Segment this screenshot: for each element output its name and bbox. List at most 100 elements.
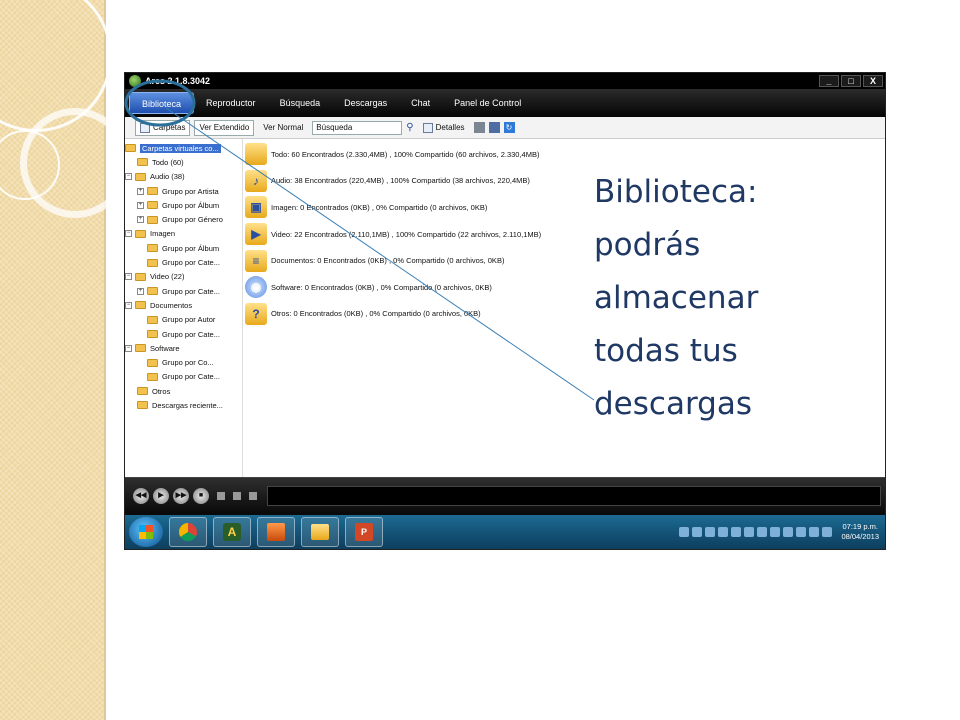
- tab-reproductor[interactable]: Reproductor: [194, 92, 268, 114]
- tab-panel-de-control[interactable]: Panel de Control: [442, 92, 533, 114]
- tree-item[interactable]: Grupo por Cate...: [125, 255, 242, 269]
- folder-icon: [147, 315, 158, 324]
- tree-item[interactable]: Grupo por Cate...: [125, 327, 242, 341]
- stop-icon[interactable]: ■: [193, 487, 209, 504]
- collapse-icon[interactable]: −: [125, 173, 132, 181]
- window-title: Ares 2.1.8.3042: [145, 76, 211, 86]
- folder-icon: [135, 301, 146, 310]
- minimize-button[interactable]: _: [819, 75, 839, 87]
- detalles-button[interactable]: Detalles: [418, 120, 470, 136]
- tree-item[interactable]: + Grupo por Cate...: [125, 284, 242, 298]
- tab-chat[interactable]: Chat: [399, 92, 442, 114]
- expand-icon[interactable]: +: [137, 201, 144, 209]
- list-item[interactable]: Todo: 60 Encontrados (2.330,4MB) , 100% …: [245, 141, 885, 168]
- tree-item[interactable]: Todo (60): [125, 155, 242, 169]
- tray-icon[interactable]: [692, 527, 703, 537]
- collapse-icon[interactable]: −: [125, 301, 132, 309]
- expand-icon[interactable]: +: [137, 287, 144, 295]
- tray-icon[interactable]: [770, 527, 781, 537]
- collapse-icon[interactable]: −: [125, 344, 132, 352]
- taskbar-media-player[interactable]: [257, 517, 295, 547]
- toolbar: Carpetas Ver Extendido Ver Normal Búsque…: [125, 117, 885, 139]
- carpetas-label: Carpetas: [153, 123, 186, 132]
- windows-taskbar: A P 07:19 p.m. 08/04/2013: [125, 515, 885, 549]
- other-folder-icon: ?: [245, 302, 267, 325]
- tree-item[interactable]: Carpetas virtuales co...: [125, 141, 242, 155]
- tab-biblioteca[interactable]: Biblioteca: [129, 92, 195, 114]
- tray-icon[interactable]: [705, 527, 716, 537]
- flag-icon[interactable]: [796, 527, 807, 537]
- start-button[interactable]: [129, 517, 163, 547]
- search-input[interactable]: Búsqueda: [312, 120, 403, 135]
- folder-icon: [135, 172, 146, 181]
- close-button[interactable]: X: [863, 75, 883, 87]
- media-player-icon: [267, 523, 285, 541]
- menu-bar: Biblioteca Reproductor Búsqueda Descarga…: [125, 89, 885, 117]
- tree-item[interactable]: Grupo por Álbum: [125, 241, 242, 255]
- tree-item[interactable]: − Software: [125, 341, 242, 355]
- tray-icon[interactable]: [744, 527, 755, 537]
- audio-folder-icon: ♪: [245, 169, 267, 192]
- tab-descargas[interactable]: Descargas: [332, 92, 399, 114]
- playlist-icon[interactable]: [217, 491, 225, 500]
- caption-line: Biblioteca:: [594, 174, 758, 210]
- tree-item[interactable]: Grupo por Autor: [125, 313, 242, 327]
- tab-busqueda[interactable]: Búsqueda: [268, 92, 333, 114]
- tray-icon[interactable]: [783, 527, 794, 537]
- refresh-icon[interactable]: ↻: [503, 122, 515, 133]
- signal-icon[interactable]: [809, 527, 820, 537]
- chrome-icon: [179, 523, 197, 541]
- next-icon[interactable]: ▶▶: [173, 487, 189, 504]
- expand-icon[interactable]: +: [137, 187, 144, 195]
- tree-item[interactable]: Otros: [125, 384, 242, 398]
- tree-item[interactable]: + Grupo por Álbum: [125, 198, 242, 212]
- collapse-icon[interactable]: −: [125, 230, 132, 238]
- folder-icon: [147, 287, 158, 296]
- tree-item[interactable]: + Grupo por Artista: [125, 184, 242, 198]
- tree-item[interactable]: Grupo por Co...: [125, 355, 242, 369]
- speaker-icon[interactable]: [822, 527, 833, 537]
- tray-icon[interactable]: [731, 527, 742, 537]
- collapse-icon[interactable]: −: [125, 273, 132, 281]
- clock-date: 08/04/2013: [841, 532, 879, 541]
- ares-logo-icon: [129, 75, 141, 87]
- title-bar: Ares 2.1.8.3042 _ □ X: [125, 73, 885, 89]
- clock[interactable]: 07:19 p.m. 08/04/2013: [841, 522, 879, 542]
- ver-normal-button[interactable]: Ver Normal: [258, 120, 308, 136]
- taskbar-explorer[interactable]: [301, 517, 339, 547]
- tree-item[interactable]: − Imagen: [125, 227, 242, 241]
- search-icon[interactable]: ⚲: [406, 122, 413, 133]
- trash-icon[interactable]: [473, 122, 485, 133]
- player-bar: ◀◀ ▶ ▶▶ ■: [125, 477, 885, 513]
- tree-item[interactable]: Descargas reciente...: [125, 398, 242, 412]
- folder-icon: [137, 387, 148, 396]
- taskbar-powerpoint[interactable]: P: [345, 517, 383, 547]
- caption-line: descargas: [594, 386, 752, 422]
- tree-item[interactable]: − Video (22): [125, 270, 242, 284]
- volume-icon[interactable]: [233, 491, 241, 500]
- tray-icon[interactable]: [679, 527, 690, 537]
- folder-icon: [137, 158, 148, 167]
- play-icon[interactable]: ▶: [153, 487, 169, 504]
- carpetas-button[interactable]: Carpetas: [135, 119, 191, 136]
- tree-item[interactable]: + Grupo por Género: [125, 212, 242, 226]
- folder-icon: [135, 229, 146, 238]
- save-icon[interactable]: [488, 122, 500, 133]
- maximize-button[interactable]: □: [841, 75, 861, 87]
- previous-icon[interactable]: ◀◀: [133, 487, 149, 504]
- folder-icon: [147, 258, 158, 267]
- player-display: [267, 485, 881, 506]
- taskbar-chrome[interactable]: [169, 517, 207, 547]
- tree-item[interactable]: − Audio (38): [125, 170, 242, 184]
- expand-icon[interactable]: +: [137, 216, 144, 224]
- folder-icon: [147, 187, 158, 196]
- screen-icon[interactable]: [249, 491, 257, 500]
- tray-icon[interactable]: [718, 527, 729, 537]
- powerpoint-icon: P: [355, 523, 373, 541]
- ver-extendido-button[interactable]: Ver Extendido: [194, 119, 255, 136]
- taskbar-ares[interactable]: A: [213, 517, 251, 547]
- document-folder-icon: ≡: [245, 249, 267, 272]
- tree-item[interactable]: Grupo por Cate...: [125, 370, 242, 384]
- tree-item[interactable]: − Documentos: [125, 298, 242, 312]
- tray-icon[interactable]: [757, 527, 768, 537]
